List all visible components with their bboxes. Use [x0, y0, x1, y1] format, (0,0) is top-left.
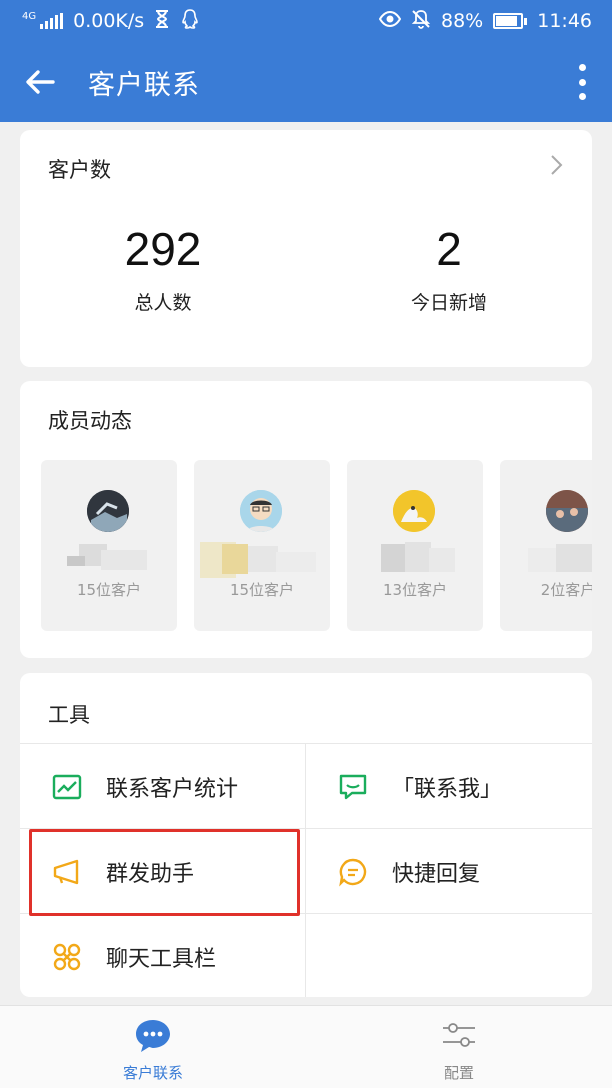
new-today-value: 2	[436, 223, 462, 275]
member-activity-card: 成员动态 15位客户 15位客户 13位客户 2位客户	[20, 381, 592, 658]
total-customers-stat: 292 总人数	[20, 222, 306, 315]
tools-grid: 联系客户统计 「联系我」 群发助手 快捷回复 聊天工具栏	[20, 743, 592, 997]
mute-bell-icon	[411, 9, 431, 34]
member-name-blurred	[528, 542, 592, 578]
member-card[interactable]: 2位客户	[500, 460, 592, 631]
member-customer-count: 2位客户	[540, 581, 592, 599]
member-customer-count: 15位客户	[76, 581, 142, 599]
more-dot-icon	[578, 93, 586, 100]
tool-quick-reply[interactable]: 快捷回复	[306, 829, 592, 914]
tool-label: 「联系我」	[392, 776, 503, 802]
more-menu-button[interactable]	[574, 64, 590, 100]
battery-percent: 88%	[441, 10, 484, 32]
nav-settings[interactable]: 配置	[306, 1006, 612, 1088]
bottom-nav: 客户联系 配置	[0, 1005, 612, 1088]
tool-contact-me[interactable]: 「联系我」	[306, 744, 592, 829]
status-bar: 4G 0.00K/s 88% 11:46	[0, 0, 612, 42]
total-customers-value: 292	[124, 223, 202, 275]
more-dot-icon	[578, 64, 586, 71]
quick-reply-icon	[336, 855, 370, 889]
member-card[interactable]: 15位客户	[41, 460, 177, 631]
customer-count-card[interactable]: 客户数 292 总人数 2 今日新增	[20, 130, 592, 367]
member-card[interactable]: 15位客户	[194, 460, 330, 631]
network-speed: 0.00K/s	[73, 10, 145, 32]
tool-label: 聊天工具栏	[106, 946, 217, 972]
member-name-blurred	[65, 542, 153, 578]
status-left: 4G 0.00K/s	[22, 8, 200, 35]
customer-count-title: 客户数	[48, 158, 111, 182]
new-today-label: 今日新增	[410, 292, 487, 314]
tool-contact-stats[interactable]: 联系客户统计	[20, 744, 306, 829]
member-name-blurred	[200, 542, 330, 578]
avatar	[240, 490, 282, 532]
chat-bubble-icon	[133, 1018, 173, 1058]
more-dot-icon	[578, 78, 586, 86]
avatar	[87, 490, 129, 532]
avatar	[393, 490, 435, 532]
nav-label: 配置	[443, 1064, 474, 1082]
tool-label: 快捷回复	[392, 861, 481, 887]
nav-customer-contact[interactable]: 客户联系	[0, 1006, 306, 1088]
back-arrow-icon	[26, 70, 55, 94]
new-today-stat: 2 今日新增	[306, 222, 592, 315]
tools-title: 工具	[48, 703, 90, 727]
member-customer-count: 15位客户	[229, 581, 295, 599]
network-type: 4G	[22, 10, 37, 22]
eye-icon	[378, 10, 402, 32]
signal-icon	[40, 13, 64, 29]
chart-icon	[50, 770, 84, 804]
tool-chat-toolbar[interactable]: 聊天工具栏	[20, 914, 306, 997]
toolbar-icon	[50, 940, 84, 974]
clock: 11:46	[537, 10, 592, 32]
total-customers-label: 总人数	[134, 292, 192, 314]
message-icon	[336, 770, 370, 804]
member-card[interactable]: 13位客户	[347, 460, 483, 631]
member-name-blurred	[381, 542, 457, 578]
status-right: 88% 11:46	[378, 9, 592, 34]
tool-label: 联系客户统计	[106, 776, 239, 802]
highlight-box	[29, 829, 300, 916]
qq-icon	[180, 8, 200, 35]
avatar	[546, 490, 588, 532]
member-activity-title: 成员动态	[48, 409, 132, 433]
page-title: 客户联系	[88, 69, 200, 101]
battery-icon	[493, 13, 528, 29]
sliders-icon	[441, 1018, 477, 1056]
back-button[interactable]	[0, 42, 80, 122]
nav-label: 客户联系	[122, 1064, 183, 1082]
member-customer-count: 13位客户	[382, 581, 448, 599]
app-bar: 客户联系	[0, 42, 612, 122]
hourglass-icon	[154, 9, 170, 34]
chevron-right-icon	[551, 155, 563, 175]
